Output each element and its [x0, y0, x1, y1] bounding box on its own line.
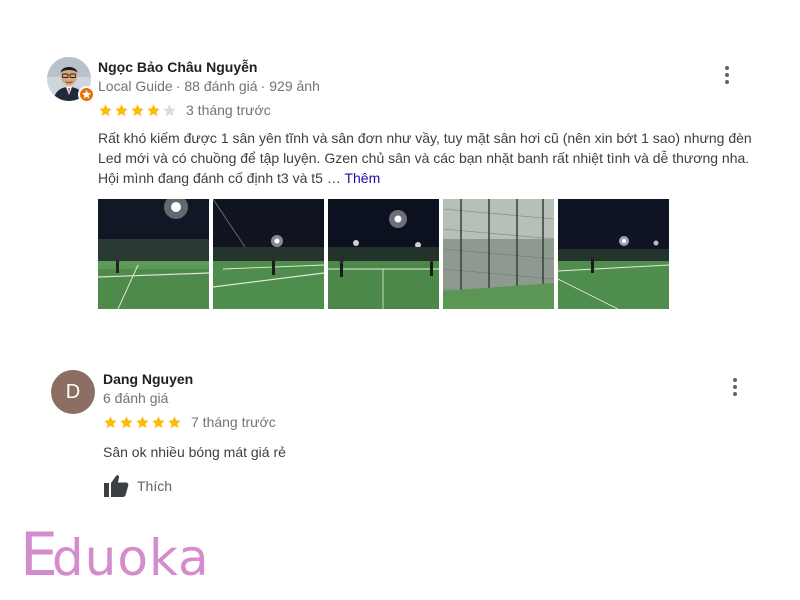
like-label: Thích [137, 478, 173, 494]
more-vert-icon[interactable] [716, 64, 738, 86]
author-avatar[interactable] [47, 57, 95, 103]
star-rating [98, 103, 178, 118]
watermark-initial: E [20, 520, 58, 590]
watermark-logo: Eduoka [20, 520, 210, 590]
review-count: 88 đánh giá [184, 78, 258, 94]
star-filled-icon [168, 415, 181, 428]
avatar-letter: D [51, 370, 95, 414]
review-text: Rất khó kiếm được 1 sân yên tĩnh và sân … [98, 128, 768, 188]
star-filled-icon [131, 103, 144, 116]
rating-row: 7 tháng trước [103, 414, 276, 430]
review-count: 6 đánh giá [103, 390, 169, 406]
review-body: Rất khó kiếm được 1 sân yên tĩnh và sân … [98, 130, 752, 186]
author-name[interactable]: Dang Nguyen [103, 371, 193, 387]
court-photo-night-3[interactable] [328, 199, 439, 309]
author-name[interactable]: Ngọc Bảo Châu Nguyễn [98, 59, 257, 75]
more-vert-icon[interactable] [724, 376, 746, 398]
review-photos [98, 199, 669, 309]
local-guide-label: Local Guide [98, 78, 173, 94]
star-empty-icon [163, 103, 176, 116]
review-time: 7 tháng trước [191, 414, 276, 430]
star-filled-icon [120, 415, 133, 428]
review-text: Sân ok nhiều bóng mát giá rẻ [103, 444, 286, 460]
star-filled-icon [152, 415, 165, 428]
rating-row: 3 tháng trước [98, 102, 271, 118]
court-photo-night-2[interactable] [213, 199, 324, 309]
author-avatar[interactable]: D [51, 370, 95, 414]
local-guide-star-icon [78, 86, 95, 103]
star-rating [103, 415, 183, 430]
more-link[interactable]: Thêm [344, 170, 380, 186]
author-meta: Local Guide · 88 đánh giá · 929 ảnh [98, 78, 320, 94]
court-photo-fence[interactable] [443, 199, 554, 309]
like-button[interactable]: Thích [103, 474, 172, 498]
star-filled-icon [136, 415, 149, 428]
watermark-text: duoka [51, 529, 210, 587]
star-filled-icon [115, 103, 128, 116]
court-photo-night-1[interactable] [98, 199, 209, 309]
review-time: 3 tháng trước [186, 102, 271, 118]
court-photo-night-4[interactable] [558, 199, 669, 309]
thumbs-up-icon [104, 475, 129, 497]
star-filled-icon [147, 103, 160, 116]
star-filled-icon [104, 415, 117, 428]
star-filled-icon [99, 103, 112, 116]
photo-count: 929 ảnh [269, 78, 320, 94]
